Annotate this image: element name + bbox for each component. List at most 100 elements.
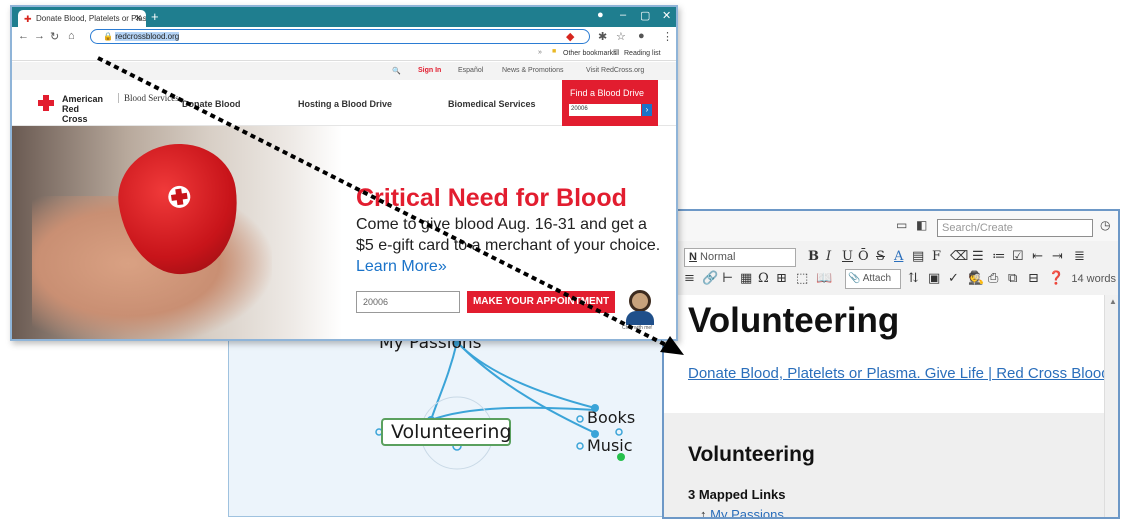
spellcheck-icon[interactable]: ▣ [928, 271, 940, 286]
extension-icon[interactable]: ◆ [566, 30, 574, 43]
scroll-up-icon[interactable]: ▲ [1109, 297, 1117, 306]
italic-icon[interactable]: I [826, 249, 831, 264]
minimize-icon[interactable]: – [620, 9, 626, 21]
book-icon[interactable]: 📖 [816, 271, 832, 286]
link-icon[interactable]: 🔗 [702, 271, 718, 286]
browser-tab[interactable]: ✚ Donate Blood, Platelets or Plasm ✕ [18, 10, 146, 27]
mapped-link-item[interactable]: ↑ My Passions [700, 507, 784, 519]
strike-list-icon[interactable]: ⊟ [1028, 271, 1039, 286]
make-appointment-button[interactable]: MAKE YOUR APPOINTMENT [467, 291, 615, 313]
strikethrough-icon[interactable]: S [876, 249, 885, 264]
maximize-icon[interactable]: ▢ [640, 9, 650, 22]
mindmap-node-books[interactable]: Books [587, 408, 635, 427]
indent-icon[interactable]: ⇥ [1052, 249, 1063, 264]
learn-more-link[interactable]: Learn More» [356, 258, 447, 275]
calendar-icon[interactable]: ▦ [740, 271, 752, 286]
print-icon[interactable]: ⎙ [988, 271, 998, 286]
logo-text[interactable]: American Red Cross [62, 94, 103, 124]
frame-icon[interactable]: ⬚ [796, 271, 808, 286]
home-icon[interactable]: ⌂ [68, 30, 75, 42]
editor-top-bar: ▭ ◧ Search/Create ◷ [664, 211, 1118, 241]
visit-redcross-link[interactable]: Visit RedCross.org [586, 67, 644, 74]
note-editor-window: ▭ ◧ Search/Create ◷ N Normal B I U Ō S A… [662, 209, 1120, 519]
back-icon[interactable]: ← [18, 30, 29, 42]
nav-donate-blood[interactable]: Donate Blood [182, 99, 241, 109]
attach-icon: 📎 [848, 273, 861, 284]
zip-code-input[interactable]: 20006 [356, 291, 460, 313]
bookmark-other[interactable]: Other bookmarks [563, 50, 617, 57]
sign-in-link[interactable]: Sign In [418, 67, 441, 74]
note-source-link[interactable]: Donate Blood, Platelets or Plasma. Give … [688, 365, 1110, 382]
mindmap-node-music[interactable]: Music [587, 436, 633, 455]
clock-icon[interactable]: ◷ [1100, 218, 1110, 232]
close-window-icon[interactable]: ✕ [662, 9, 671, 22]
nav-biomedical[interactable]: Biomedical Services [448, 99, 536, 109]
up-arrow-icon: ↑ [700, 507, 707, 519]
lock-icon: 🔒 [103, 32, 113, 41]
export-icon[interactable]: ⧉ [1008, 271, 1017, 286]
red-cross-logo-icon[interactable] [36, 93, 56, 113]
horizontal-rule-icon[interactable]: ⊢ [722, 271, 733, 286]
bullet-list-icon[interactable]: ☰ [972, 249, 984, 264]
attach-label: Attach [862, 273, 892, 284]
style-select-value: Normal [700, 251, 736, 263]
paragraph-style-select[interactable]: N Normal [684, 248, 796, 267]
font-color-icon[interactable]: A [894, 249, 903, 264]
tab-close-icon[interactable]: ✕ [134, 13, 142, 24]
new-tab-icon[interactable]: + [151, 9, 159, 24]
section-heading: Volunteering [688, 443, 815, 466]
table-icon[interactable]: ⊞ [776, 271, 787, 286]
checkbox-icon[interactable]: ☑ [1012, 249, 1024, 264]
help-icon[interactable]: ❓ [1048, 271, 1064, 286]
url-text: redcrossblood.org [115, 32, 180, 41]
layout-icon[interactable]: ▭ [896, 218, 907, 232]
browser-window: ✚ Donate Blood, Platelets or Plasm ✕ + ●… [10, 5, 678, 341]
attach-button[interactable]: 📎 Attach [845, 269, 901, 289]
account-icon[interactable]: ● [638, 30, 645, 42]
align-right-icon[interactable]: ≡ [684, 271, 695, 286]
abc-check-icon[interactable]: ✓ [948, 271, 959, 286]
align-icon[interactable]: ≣ [1074, 249, 1085, 264]
profile-icon[interactable]: ● [597, 9, 604, 21]
editor-scrollbar[interactable]: ▲ [1104, 295, 1118, 517]
chat-label: Chat with me! [622, 325, 653, 331]
site-search-icon[interactable]: 🔍 [392, 67, 401, 75]
espanol-link[interactable]: Español [458, 67, 483, 74]
overline-icon[interactable]: Ō [858, 249, 869, 264]
logo-subtext: Blood Services [118, 93, 179, 103]
chat-agent-button[interactable]: Chat with me! [618, 284, 662, 334]
numbered-list-icon[interactable]: ≔ [992, 249, 1005, 264]
bold-icon[interactable]: B [808, 249, 819, 264]
sort-icon[interactable]: ⇅ [908, 271, 919, 286]
site-main-nav: American Red Cross Blood Services Donate… [12, 80, 676, 126]
mindmap-node-volunteering[interactable]: Volunteering [381, 418, 512, 446]
news-link[interactable]: News & Promotions [502, 67, 563, 74]
reload-icon[interactable]: ↻ [50, 30, 59, 43]
find-drive-label: Find a Blood Drive [570, 88, 645, 98]
forward-icon[interactable]: → [34, 30, 45, 42]
highlight-icon[interactable]: ▤ [912, 249, 924, 264]
clear-format-icon[interactable]: ⌫ [950, 249, 968, 264]
puzzle-icon[interactable]: ✱ [598, 30, 607, 43]
search-create-input[interactable]: Search/Create [937, 219, 1093, 237]
spy-icon[interactable]: 🕵 [968, 271, 984, 286]
split-view-icon[interactable]: ◧ [916, 218, 927, 232]
find-drive-go-button[interactable]: › [642, 104, 652, 116]
find-drive-zip-input[interactable]: 20006 [569, 104, 641, 116]
underline-icon[interactable]: U [842, 249, 853, 264]
mapped-links-heading: 3 Mapped Links [688, 487, 786, 502]
editor-document[interactable]: Volunteering Donate Blood, Platelets or … [664, 295, 1110, 519]
outdent-icon[interactable]: ⇤ [1032, 249, 1043, 264]
mindmap-node-label: Music [587, 436, 633, 455]
omega-icon[interactable]: Ω [758, 271, 769, 286]
address-bar[interactable]: 🔒 redcrossblood.org [90, 29, 590, 44]
bookmark-reading-list[interactable]: Reading list [624, 50, 661, 57]
word-count: 14 words [1071, 273, 1116, 285]
bookmarks-chevron-icon[interactable]: » [538, 49, 542, 56]
star-icon[interactable]: ☆ [616, 30, 626, 43]
menu-icon[interactable]: ⋮ [662, 30, 673, 43]
mindmap-node-label: Volunteering [391, 421, 512, 443]
nav-hosting-drive[interactable]: Hosting a Blood Drive [298, 99, 392, 109]
hero-text: Come to give blood Aug. 16-31 and get a … [356, 214, 662, 277]
font-icon[interactable]: F [932, 249, 941, 264]
